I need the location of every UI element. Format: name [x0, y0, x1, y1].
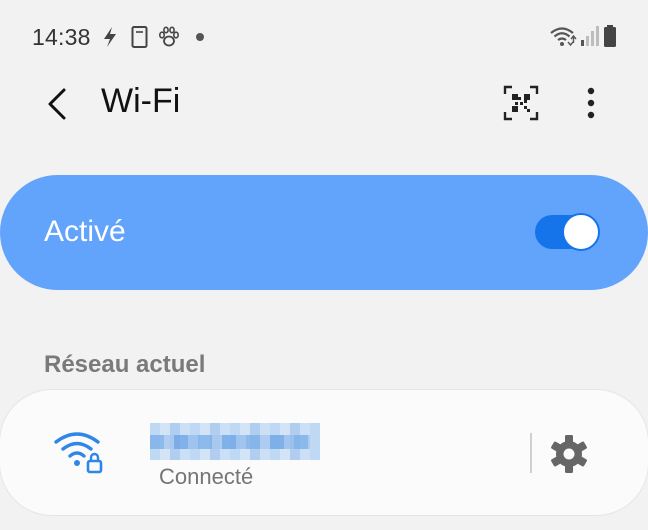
cell-signal-icon [581, 26, 599, 46]
status-bar: 14:38 [0, 0, 648, 76]
network-settings-button[interactable] [549, 434, 589, 474]
qr-code-icon [503, 85, 539, 121]
paw-icon [158, 26, 179, 47]
qr-code-button[interactable] [503, 85, 539, 121]
master-switch-label: Activé [44, 215, 126, 248]
status-time: 14:38 [32, 24, 91, 50]
back-arrow-icon [48, 88, 66, 120]
gear-icon [551, 435, 587, 473]
wifi-signal-icon [550, 27, 577, 47]
charging-bolt-icon [104, 27, 116, 47]
sim-card-icon [131, 26, 148, 48]
battery-icon [604, 25, 616, 47]
section-header-current-network: Réseau actuel [44, 351, 206, 378]
wifi-toggle-switch[interactable] [535, 213, 600, 251]
divider [530, 433, 532, 473]
wifi-lock-icon [54, 432, 103, 474]
more-options-button[interactable] [577, 83, 605, 123]
toggle-thumb [562, 213, 600, 251]
notification-dot-icon [196, 33, 204, 41]
back-button[interactable] [40, 82, 80, 126]
page-title: Wi-Fi [101, 82, 181, 120]
network-status: Connecté [159, 464, 254, 489]
network-ssid-redacted [150, 423, 320, 460]
more-options-icon [587, 87, 595, 119]
